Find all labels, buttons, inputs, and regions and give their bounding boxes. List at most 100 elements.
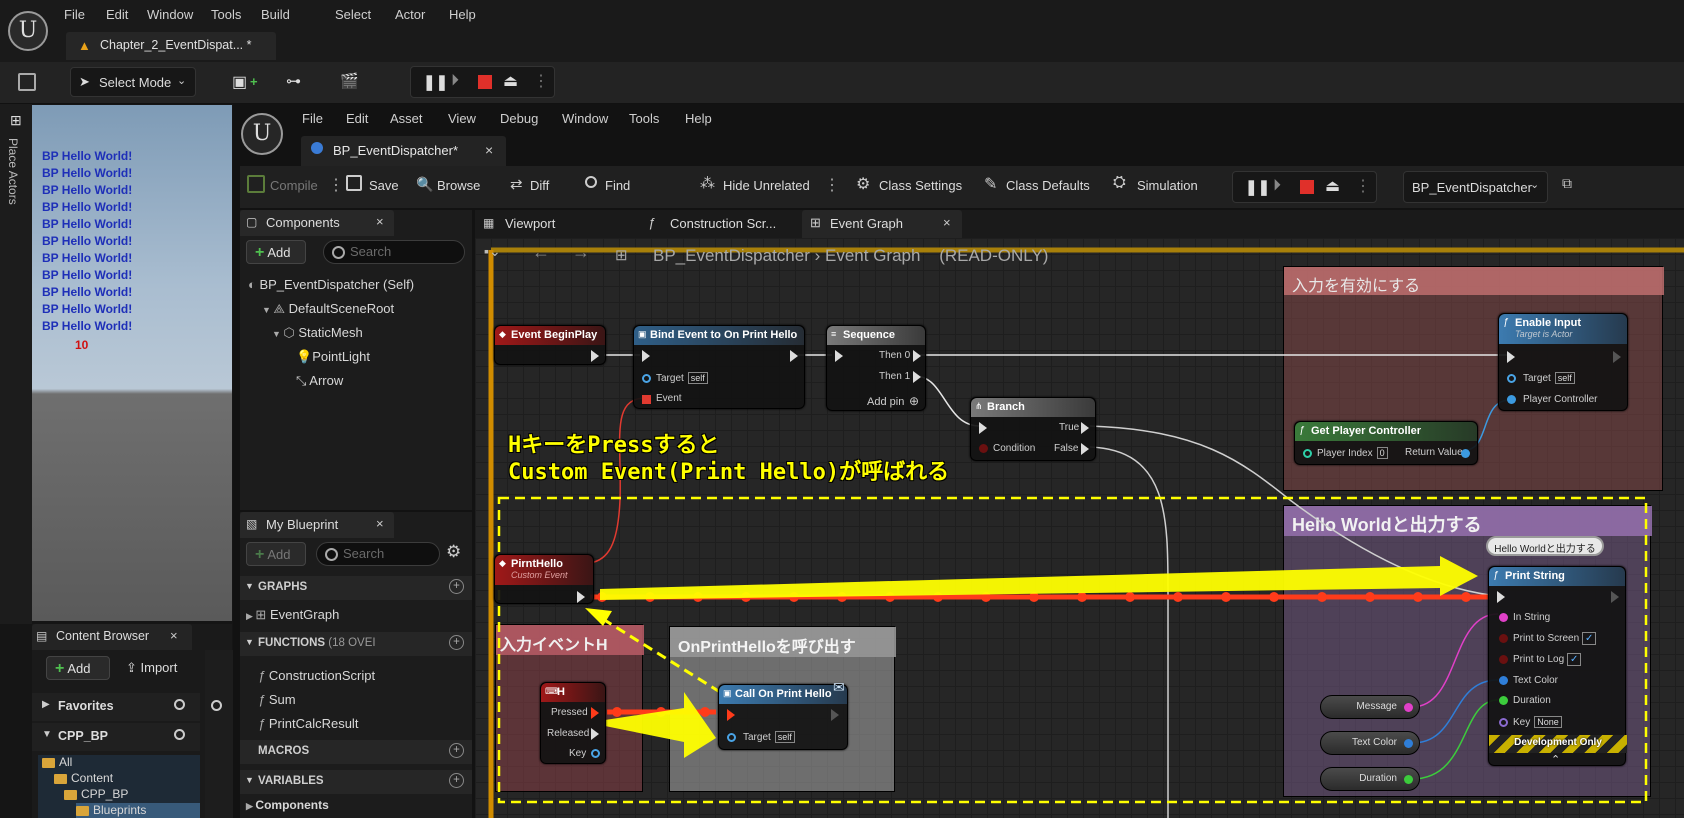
node-title: Print String [1505,570,1565,582]
node-enable-input[interactable]: Enable Input Target is Actor ƒ Target self… [1498,313,1628,411]
function-icon: ƒ [1503,317,1509,328]
key-pin[interactable] [1499,718,1508,727]
add-pin-icon[interactable]: ⊕ [909,394,919,408]
in-string-pin[interactable] [1499,613,1508,622]
node-title: Branch [987,401,1025,413]
node-custom-event-print-hello[interactable]: PirntHello Custom Event ◆ [494,554,594,604]
node-title: Enable Input [1515,317,1581,329]
node-branch[interactable]: Branch ⋔ True Condition False [970,397,1096,461]
pin-label: Text Color [1513,675,1559,686]
bookmark-icon[interactable]: ▪⌄ [484,243,501,260]
pin-label: Condition [993,443,1036,454]
player-controller-pin[interactable] [1507,395,1516,404]
false-pin[interactable] [1081,443,1089,455]
node-title: H [557,686,565,698]
keyboard-icon: ⌨ [545,686,558,696]
target-pin[interactable] [1507,374,1516,383]
released-pin[interactable] [591,728,599,740]
print-to-screen-pin[interactable] [1499,634,1508,643]
variable-duration[interactable]: Duration [1320,767,1420,791]
pin-label: Print to Log [1513,654,1565,665]
node-bind-event[interactable]: Bind Event to On Print Hello ▣ Target sel… [633,325,805,409]
annotation-arrow [605,692,716,758]
node-h-key-event[interactable]: H ⌨ Pressed Released Key [540,682,606,764]
comment-bubble[interactable]: Hello Worldと出力する [1486,536,1604,556]
pin-label: Target [743,732,771,743]
pin-label: Target [656,373,684,384]
exec-wire [1089,446,1169,818]
pin-label: Return Value [1405,447,1463,458]
return-value-pin[interactable] [1461,449,1470,458]
node-title: Call On Print Hello [735,688,832,700]
pin-label: Target [1523,373,1551,384]
breadcrumb-blueprint[interactable]: BP_EventDispatcher [653,246,810,265]
pin-label: True [1059,422,1080,433]
function-icon: ƒ [1493,570,1499,581]
variable-label: Duration [1359,773,1397,784]
duration-pin[interactable] [1499,696,1508,705]
exec-out-pin[interactable] [1613,351,1621,363]
node-title: Bind Event to On Print Hello [650,329,798,341]
print-to-log-pin[interactable] [1499,655,1508,664]
self-value: self [774,731,795,743]
pin-label: Print to Screen [1513,633,1580,644]
node-title: PirntHello [511,558,563,570]
exec-out-pin[interactable] [577,591,585,603]
variable-text-color[interactable]: Text Color [1320,731,1420,755]
key-out-pin[interactable] [591,749,600,758]
exec-out-pin[interactable] [591,350,599,362]
variable-out-pin[interactable] [1404,703,1413,712]
node-print-string[interactable]: Print String ƒ In String Print to Screen… [1488,566,1627,766]
exec-out-pin[interactable] [790,350,798,362]
sequence-icon: ≡ [831,329,837,339]
exec-in-pin[interactable] [979,422,987,434]
node-get-player-controller[interactable]: Get Player Controller ƒ Player Index 0 Re… [1294,421,1478,465]
pin-label: Key [1513,717,1531,728]
back-arrow-icon[interactable]: ← [532,242,550,263]
condition-pin[interactable] [979,444,988,453]
function-icon: ▣ [638,329,647,339]
key-value[interactable]: None [1534,716,1562,728]
checkbox-checked-icon[interactable]: ✓ [1581,632,1597,645]
color-wire [1411,679,1499,744]
checkbox-checked-icon[interactable]: ✓ [1566,653,1582,666]
exec-in-pin[interactable] [1507,351,1515,363]
pin-label: False [1054,443,1079,454]
player-index-pin[interactable] [1303,449,1312,458]
text-color-pin[interactable] [1499,676,1508,685]
node-subtitle: Target is Actor [1515,329,1573,339]
dev-only-label: Development Only [1514,737,1602,748]
function-icon: ▣ [723,688,732,698]
target-pin[interactable] [642,374,651,383]
exec-out-pin[interactable] [1611,591,1619,603]
then0-pin[interactable] [913,350,921,362]
add-pin-label[interactable]: Add pin [867,396,904,408]
exec-out-pin[interactable] [831,709,839,721]
pressed-pin[interactable] [591,707,599,719]
exec-in-pin[interactable] [727,709,735,721]
node-subtitle: Custom Event [511,570,568,580]
variable-label: Message [1356,701,1397,712]
node-call-on-print-hello[interactable]: Call On Print Hello ▣ ✉ Target self [718,679,848,750]
variable-out-pin[interactable] [1404,775,1413,784]
pin-label: Then 0 [879,350,911,361]
variable-message[interactable]: Message [1320,695,1420,719]
target-pin[interactable] [727,733,736,742]
collapse-chevron-icon[interactable]: ⌃ [1551,753,1560,766]
node-sequence[interactable]: Sequence ≡ Then 0 Then 1 Add pin ⊕ [826,325,926,411]
string-wire [1411,613,1499,708]
true-pin[interactable] [1081,422,1089,434]
exec-in-pin[interactable] [835,350,843,362]
exec-in-pin[interactable] [1497,591,1505,603]
exec-in-pin[interactable] [642,350,650,362]
variable-out-pin[interactable] [1404,739,1413,748]
forward-arrow-icon[interactable]: → [572,242,590,263]
event-delegate-pin[interactable] [642,395,651,404]
player-index-value[interactable]: 0 [1376,447,1388,459]
breadcrumb-graph[interactable]: Event Graph [825,246,920,265]
event-graph-icon: ⊞ [615,247,628,264]
node-title: Sequence [843,329,895,341]
pin-label: Key [569,748,587,759]
node-event-beginplay[interactable]: Event BeginPlay ◆ [494,325,606,365]
then1-pin[interactable] [913,371,921,383]
